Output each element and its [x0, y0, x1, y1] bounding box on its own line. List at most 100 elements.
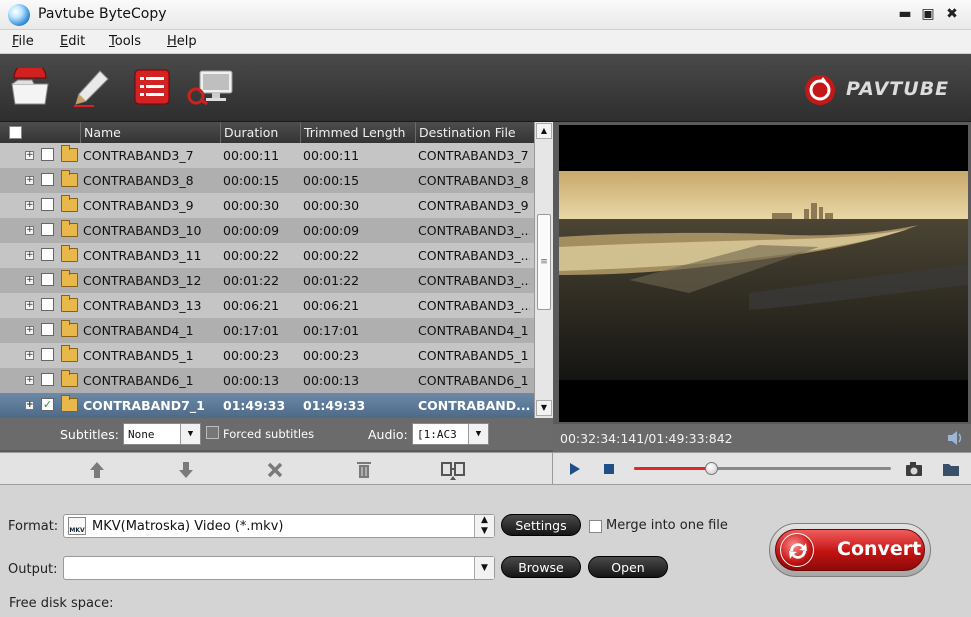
row-checkbox[interactable] [41, 223, 54, 236]
row-name: CONTRABAND3_7 [83, 148, 194, 163]
convert-label: Convert [837, 538, 922, 560]
table-row[interactable]: + CONTRABAND3_13 00:06:21 00:06:21 CONTR… [0, 293, 534, 318]
select-all-checkbox[interactable] [9, 126, 22, 139]
open-button[interactable]: Open [588, 556, 668, 578]
column-destination-file[interactable]: Destination File [419, 125, 516, 140]
expand-icon[interactable]: + [25, 151, 34, 160]
chevron-down-icon[interactable]: ▼ [474, 557, 494, 579]
column-trimmed-length[interactable]: Trimmed Length [304, 125, 405, 140]
audio-select[interactable]: [1:AC3 ▼ [412, 423, 489, 445]
expand-icon[interactable]: + [25, 326, 34, 335]
close-button[interactable]: ✖ [943, 5, 961, 23]
table-row[interactable]: + CONTRABAND3_10 00:00:09 00:00:09 CONTR… [0, 218, 534, 243]
menu-edit[interactable]: Edit [60, 34, 85, 49]
expand-icon[interactable]: + [25, 376, 34, 385]
row-checkbox[interactable] [41, 323, 54, 336]
expand-icon[interactable]: + [25, 276, 34, 285]
row-name: CONTRABAND4_1 [83, 323, 194, 338]
expand-icon[interactable]: + [25, 301, 34, 310]
seek-handle[interactable] [705, 462, 719, 475]
chevron-down-icon[interactable]: ▼ [468, 424, 488, 444]
column-duration[interactable]: Duration [224, 125, 278, 140]
output-path-input[interactable]: ▼ [63, 556, 495, 580]
expand-icon[interactable]: + [25, 251, 34, 260]
toolbar: PAVTUBE [0, 54, 971, 122]
expand-icon[interactable]: + [25, 401, 34, 410]
merge-icon[interactable] [440, 460, 466, 480]
row-checkbox[interactable] [41, 273, 54, 286]
scroll-up-arrow-icon[interactable]: ▲ [536, 123, 552, 139]
brand-text: PAVTUBE [846, 78, 950, 100]
format-select[interactable]: MKV MKV(Matroska) Video (*.mkv) ▲ ▼ [63, 514, 495, 538]
folder-icon [61, 370, 78, 387]
menu-file[interactable]: File [12, 34, 34, 49]
stop-icon[interactable] [603, 463, 615, 475]
row-checkbox[interactable] [41, 298, 54, 311]
row-checkbox[interactable] [41, 148, 54, 161]
row-checkbox[interactable] [41, 198, 54, 211]
row-destination: CONTRABAND3_7 [418, 148, 529, 163]
row-checkbox[interactable] [41, 348, 54, 361]
file-list-scrollbar[interactable]: ▲ ≡ ▼ [534, 122, 553, 418]
settings-button[interactable]: Settings [501, 514, 581, 536]
minimize-button[interactable]: ▬ [896, 5, 914, 23]
volume-icon[interactable] [946, 430, 964, 446]
scrollbar-thumb[interactable]: ≡ [537, 214, 551, 310]
table-row[interactable]: + CONTRABAND5_1 00:00:23 00:00:23 CONTRA… [0, 343, 534, 368]
playback-monitor-icon[interactable] [186, 68, 233, 108]
merge-label: Merge into one file [606, 518, 728, 533]
seek-bar[interactable] [634, 462, 891, 475]
table-row[interactable]: + CONTRABAND4_1 00:17:01 00:17:01 CONTRA… [0, 318, 534, 343]
play-icon[interactable] [567, 462, 581, 476]
forced-subtitles-checkbox[interactable] [206, 426, 219, 439]
row-name: CONTRABAND7_1 [83, 398, 205, 413]
row-trimmed: 00:00:23 [303, 348, 360, 363]
free-disk-space-label: Free disk space: [9, 596, 114, 611]
row-destination: CONTRABAND3_... [418, 298, 530, 313]
updown-arrows-icon[interactable]: ▲ ▼ [474, 515, 494, 537]
expand-icon[interactable]: + [25, 201, 34, 210]
browse-button[interactable]: Browse [501, 556, 581, 578]
folder-icon [61, 295, 78, 312]
expand-icon[interactable]: + [25, 226, 34, 235]
move-down-icon[interactable] [175, 460, 197, 480]
snapshot-camera-icon[interactable] [905, 461, 923, 477]
row-name: CONTRABAND3_9 [83, 198, 194, 213]
table-row-selected[interactable]: + ✓ CONTRABAND7_1 01:49:33 01:49:33 CONT… [0, 393, 534, 418]
row-duration: 00:00:22 [223, 248, 280, 263]
row-trimmed: 00:01:22 [303, 273, 360, 288]
row-trimmed: 00:00:15 [303, 173, 360, 188]
open-folder-icon[interactable] [942, 461, 960, 477]
subtitle-audio-bar: Subtitles: None ▼ Forced subtitles Audio… [0, 418, 553, 450]
menu-help[interactable]: Help [167, 34, 197, 49]
delete-all-icon[interactable] [353, 460, 375, 480]
remove-icon[interactable] [264, 460, 286, 480]
row-checkbox-checked[interactable]: ✓ [41, 398, 54, 411]
table-row[interactable]: + CONTRABAND3_7 00:00:11 00:00:11 CONTRA… [0, 143, 534, 168]
subtitles-select[interactable]: None ▼ [123, 423, 201, 445]
move-up-icon[interactable] [86, 460, 108, 480]
time-display: 00:32:34:141/01:49:33:842 [560, 431, 733, 446]
expand-icon[interactable]: + [25, 176, 34, 185]
row-destination: CONTRABAND3_... [418, 248, 530, 263]
menu-tools[interactable]: Tools [109, 34, 141, 49]
table-row[interactable]: + CONTRABAND3_8 00:00:15 00:00:15 CONTRA… [0, 168, 534, 193]
scroll-down-arrow-icon[interactable]: ▼ [536, 400, 552, 416]
row-name: CONTRABAND3_8 [83, 173, 194, 188]
list-icon[interactable] [131, 68, 175, 108]
chevron-down-icon[interactable]: ▼ [180, 424, 200, 444]
edit-pencil-icon[interactable] [70, 68, 114, 108]
convert-button[interactable]: Convert [769, 523, 931, 577]
row-checkbox[interactable] [41, 173, 54, 186]
table-row[interactable]: + CONTRABAND3_9 00:00:30 00:00:30 CONTRA… [0, 193, 534, 218]
table-row[interactable]: + CONTRABAND6_1 00:00:13 00:00:13 CONTRA… [0, 368, 534, 393]
maximize-button[interactable]: ▣ [919, 5, 937, 23]
row-checkbox[interactable] [41, 373, 54, 386]
column-name[interactable]: Name [84, 125, 121, 140]
expand-icon[interactable]: + [25, 351, 34, 360]
open-disc-icon[interactable] [8, 61, 52, 108]
merge-checkbox[interactable] [589, 520, 602, 533]
table-row[interactable]: + CONTRABAND3_11 00:00:22 00:00:22 CONTR… [0, 243, 534, 268]
row-checkbox[interactable] [41, 248, 54, 261]
table-row[interactable]: + CONTRABAND3_12 00:01:22 00:01:22 CONTR… [0, 268, 534, 293]
